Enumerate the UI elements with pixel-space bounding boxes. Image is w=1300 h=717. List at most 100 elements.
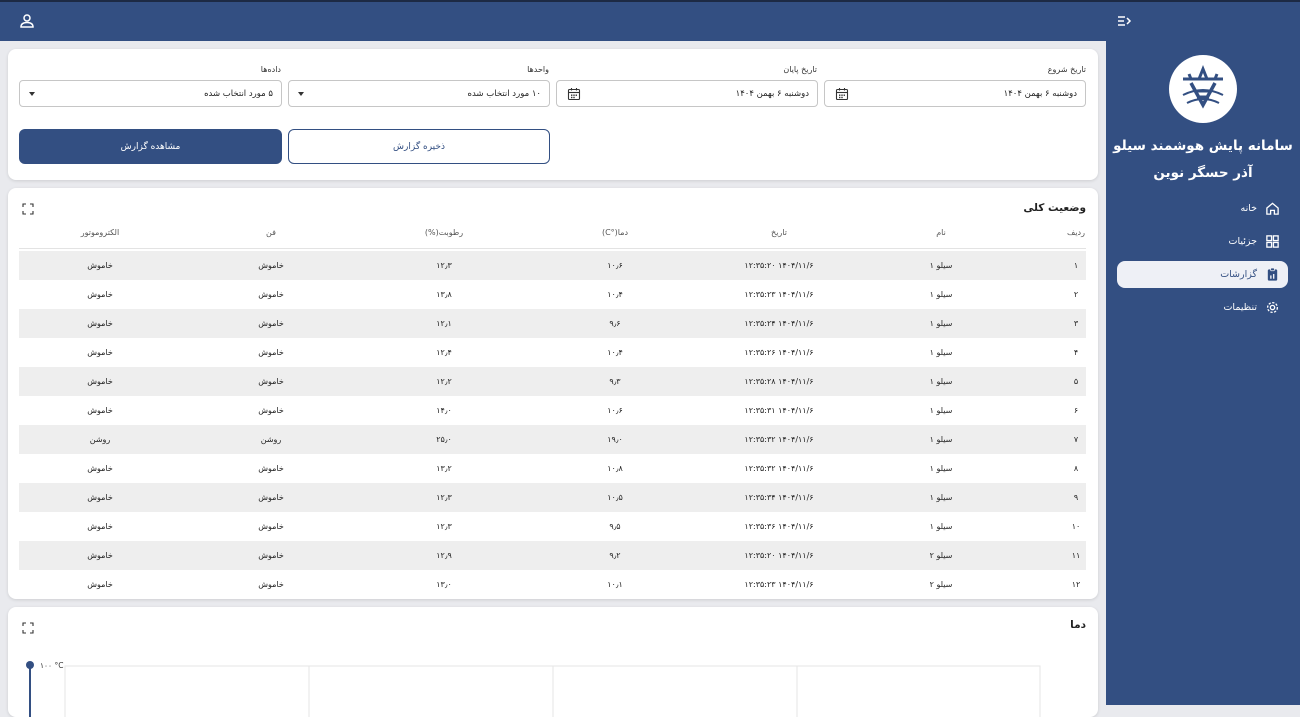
table-cell: ۹٫۵ xyxy=(609,522,621,531)
table-cell: خاموش xyxy=(258,319,284,328)
table-cell: سیلو ۱ xyxy=(929,377,953,386)
table-cell: ۱۲٫۳ xyxy=(436,522,452,531)
table-cell: خاموش xyxy=(258,348,284,357)
table-cell: ۹٫۲ xyxy=(609,551,621,560)
table-cell: سیلو ۲ xyxy=(929,551,953,560)
table-row: ۴ سیلو ۱ ۱۴۰۴/۱۱/۶ ۱۲:۳۵:۲۶ ۱۰٫۴ ۱۲٫۴ خاموش خا… xyxy=(19,338,1086,367)
column-header[interactable]: ردیف xyxy=(1056,228,1096,237)
table-cell: ۱۴۰۴/۱۱/۶ ۱۲:۳۵:۲۸ xyxy=(744,377,814,386)
table-cell: ۱۴۰۴/۱۱/۶ ۱۲:۳۵:۳۴ xyxy=(744,493,814,502)
table-cell: ۱۰ xyxy=(1071,522,1081,531)
column-header[interactable]: دما(°C) xyxy=(535,228,695,237)
y-axis-handle[interactable] xyxy=(26,661,34,669)
units-select[interactable]: ۱۰ مورد انتخاب شده xyxy=(288,80,550,107)
column-header[interactable]: نام xyxy=(861,228,1021,237)
nav-item-label: خانه xyxy=(1240,203,1257,214)
save-report-button[interactable]: ذخیره گزارش xyxy=(288,129,550,164)
top-bar xyxy=(0,0,1300,41)
table-cell: خاموش xyxy=(87,493,113,502)
data-select[interactable]: ۵ مورد انتخاب شده xyxy=(19,80,282,107)
data-value: ۵ مورد انتخاب شده xyxy=(204,89,273,99)
table-row: ۱۰ سیلو ۱ ۱۴۰۴/۱۱/۶ ۱۲:۳۵:۳۶ ۹٫۵ ۱۲٫۳ خاموش خا… xyxy=(19,512,1086,541)
table-cell: ۱۴۰۴/۱۱/۶ ۱۲:۳۵:۳۲ xyxy=(744,464,814,473)
temperature-card: دما ۱۰۰ °C xyxy=(8,607,1098,717)
nav-item-details[interactable]: جزئیات xyxy=(1117,228,1288,255)
status-card: وضعیت کلی ردیف نام تاریخ دما(°C) رطوبت(%) فن ا… xyxy=(8,188,1098,599)
app-subtitle: آذر حسگر نوین xyxy=(1153,165,1253,181)
table-cell: ۳ xyxy=(1073,319,1079,328)
table-cell: ۱۲٫۳ xyxy=(436,493,452,502)
table-cell: روشن xyxy=(260,435,282,444)
end-date-value: دوشنبه ۶ بهمن ۱۴۰۴ xyxy=(735,89,809,99)
start-date-label: تاریخ شروع xyxy=(1047,65,1086,74)
nav-item-settings[interactable]: تنظیمات xyxy=(1117,294,1288,321)
table-cell: ۱۱ xyxy=(1071,551,1081,560)
logo-icon xyxy=(1182,64,1224,109)
home-icon xyxy=(1266,202,1279,215)
calendar-icon[interactable] xyxy=(835,87,849,101)
table-cell: خاموش xyxy=(258,551,284,560)
start-date-field[interactable]: دوشنبه ۶ بهمن ۱۴۰۴ xyxy=(824,80,1086,107)
table-cell: خاموش xyxy=(87,522,113,531)
end-date-field[interactable]: دوشنبه ۶ بهمن ۱۴۰۴ xyxy=(556,80,818,107)
units-label: واحدها xyxy=(527,65,549,74)
table-row: ۸ سیلو ۱ ۱۴۰۴/۱۱/۶ ۱۲:۳۵:۳۲ ۱۰٫۸ ۱۳٫۲ خاموش خا… xyxy=(19,454,1086,483)
table-cell: ۱۲٫۲ xyxy=(436,377,452,386)
table-cell: ۵ xyxy=(1073,377,1079,386)
table-cell: خاموش xyxy=(258,290,284,299)
table-cell: ۹٫۶ xyxy=(609,319,621,328)
units-value: ۱۰ مورد انتخاب شده xyxy=(467,89,542,99)
table-cell: سیلو ۱ xyxy=(929,319,953,328)
table-cell: خاموش xyxy=(87,464,113,473)
nav-item-home[interactable]: خانه xyxy=(1117,195,1288,222)
table-row: ۱۱ سیلو ۲ ۱۴۰۴/۱۱/۶ ۱۲:۳۵:۲۰ ۹٫۲ ۱۲٫۹ خاموش خا… xyxy=(19,541,1086,570)
table-cell: ۱۲ xyxy=(1071,580,1081,589)
nav-item-label: جزئیات xyxy=(1228,236,1257,247)
report-icon xyxy=(1267,267,1278,281)
table-cell: ۲۵٫۰ xyxy=(436,435,452,444)
nav-item-reports[interactable]: گزارشات xyxy=(1117,261,1288,288)
table-cell: خاموش xyxy=(87,406,113,415)
table-cell: خاموش xyxy=(258,522,284,531)
chevron-down-icon xyxy=(29,92,35,96)
table-cell: ۹ xyxy=(1073,493,1079,502)
app-title: سامانه پایش هوشمند سیلو xyxy=(1113,138,1293,154)
table-cell: ۱۰٫۴ xyxy=(607,348,623,357)
table-cell: ۲ xyxy=(1073,290,1079,299)
table-cell: ۱۴۰۴/۱۱/۶ ۱۲:۳۵:۲۳ xyxy=(744,290,814,299)
sidebar: سامانه پایش هوشمند سیلو آذر حسگر نوین خا… xyxy=(1106,41,1300,705)
table-cell: ۱۳٫۸ xyxy=(436,290,452,299)
table-cell: روشن xyxy=(89,435,111,444)
fullscreen-icon[interactable] xyxy=(22,203,34,215)
table-cell: ۶ xyxy=(1073,406,1079,415)
table-cell: ۱۴٫۰ xyxy=(436,406,452,415)
table-header-divider xyxy=(19,248,1086,249)
table-cell: ۱ xyxy=(1073,261,1079,270)
table-cell: ۱۰٫۸ xyxy=(607,464,623,473)
column-header[interactable]: تاریخ xyxy=(699,228,859,237)
table-cell: ۱۰٫۶ xyxy=(607,261,623,270)
y-axis-top-label: ۱۰۰ °C xyxy=(40,661,63,670)
table-cell: خاموش xyxy=(258,493,284,502)
calendar-icon[interactable] xyxy=(567,87,581,101)
table-cell: خاموش xyxy=(258,377,284,386)
table-cell: سیلو ۱ xyxy=(929,348,953,357)
table-cell: سیلو ۱ xyxy=(929,522,953,531)
grid-icon xyxy=(1266,235,1279,248)
table-cell: خاموش xyxy=(258,261,284,270)
table-cell: ۱۴۰۴/۱۱/۶ ۱۲:۳۵:۳۱ xyxy=(744,406,814,415)
table-cell: ۱۴۰۴/۱۱/۶ ۱۲:۳۵:۲۴ xyxy=(744,319,814,328)
nav-item-label: تنظیمات xyxy=(1223,302,1257,313)
table-row: ۵ سیلو ۱ ۱۴۰۴/۱۱/۶ ۱۲:۳۵:۲۸ ۹٫۳ ۱۲٫۲ خاموش خام… xyxy=(19,367,1086,396)
collapse-menu-icon[interactable] xyxy=(1116,13,1132,29)
user-icon[interactable] xyxy=(19,13,35,29)
table-cell: ۱۴۰۴/۱۱/۶ ۱۲:۳۵:۳۲ xyxy=(744,435,814,444)
settings-icon xyxy=(1266,301,1279,314)
table-cell: ۱۳٫۲ xyxy=(436,464,452,473)
column-header[interactable]: فن xyxy=(191,228,351,237)
table-cell: ۱۰٫۴ xyxy=(607,290,623,299)
column-header[interactable]: الکتروموتور xyxy=(20,228,180,237)
view-report-button[interactable]: مشاهده گزارش xyxy=(19,129,282,164)
table-cell: خاموش xyxy=(87,290,113,299)
column-header[interactable]: رطوبت(%) xyxy=(364,228,524,237)
